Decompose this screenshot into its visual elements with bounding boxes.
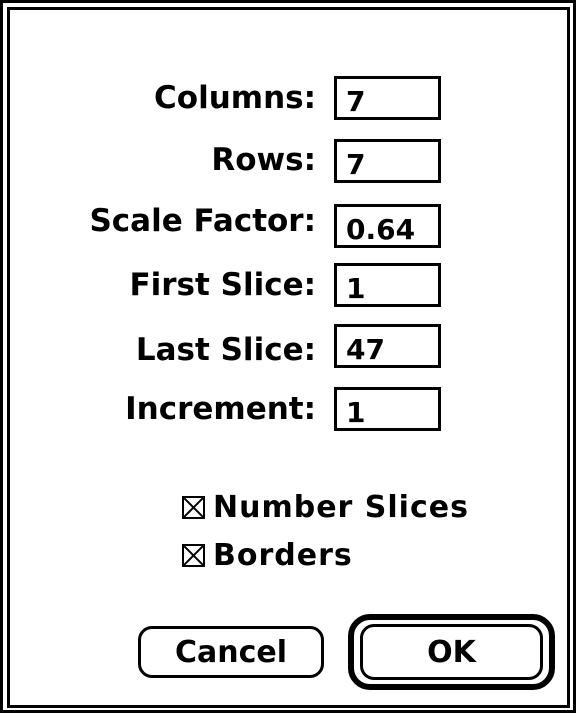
borders-checkbox[interactable]: Borders [182, 537, 353, 573]
increment-input[interactable] [334, 387, 441, 431]
increment-label: Increment: [125, 391, 316, 427]
last-slice-label: Last Slice: [135, 332, 316, 368]
columns-input[interactable] [334, 76, 441, 120]
columns-label: Columns: [154, 80, 316, 116]
first-slice-label: First Slice: [129, 267, 316, 303]
borders-label: Borders [213, 537, 353, 573]
number-slices-check-icon[interactable] [182, 495, 205, 519]
number-slices-label: Number Slices [213, 489, 469, 525]
rows-input[interactable] [334, 139, 441, 183]
first-slice-input[interactable] [334, 263, 441, 307]
ok-button[interactable]: OK [360, 624, 543, 680]
cancel-button[interactable]: Cancel [138, 626, 324, 678]
scale-factor-label: Scale Factor: [89, 203, 316, 239]
number-slices-checkbox[interactable]: Number Slices [182, 489, 469, 525]
last-slice-input[interactable] [334, 324, 441, 368]
borders-check-icon[interactable] [182, 543, 205, 567]
rows-label: Rows: [211, 142, 316, 178]
scale-factor-input[interactable] [334, 204, 441, 248]
